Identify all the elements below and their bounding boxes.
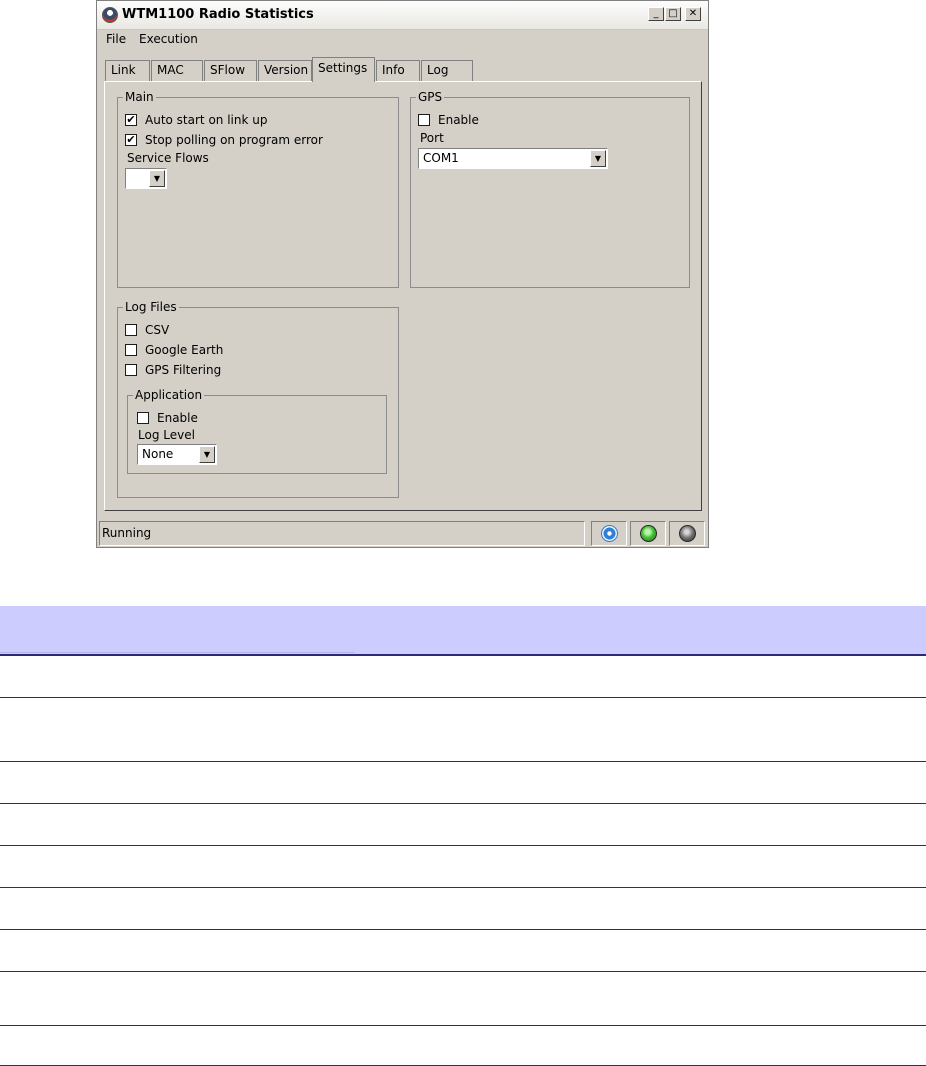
stop-polling-label: Stop polling on program error bbox=[145, 133, 323, 147]
gps-port-value: COM1 bbox=[423, 151, 459, 165]
table-row bbox=[0, 656, 926, 698]
table-row bbox=[0, 698, 926, 762]
menu-bar: File Execution bbox=[97, 30, 708, 48]
service-flows-label: Service Flows bbox=[127, 151, 209, 165]
table-header-cell bbox=[0, 606, 355, 653]
table-row bbox=[0, 762, 926, 804]
tab-version[interactable]: Version bbox=[258, 60, 312, 81]
main-group: Main ✔ Auto start on link up ✔ Stop poll… bbox=[117, 90, 399, 288]
service-flows-select[interactable]: ▼ bbox=[125, 168, 167, 189]
gray-led-icon bbox=[679, 525, 696, 542]
gps-status-cell bbox=[669, 521, 705, 546]
settings-panel: Main ✔ Auto start on link up ✔ Stop poll… bbox=[104, 81, 702, 511]
google-earth-checkbox[interactable] bbox=[125, 344, 137, 356]
maximize-button[interactable]: □ bbox=[665, 7, 681, 21]
table-row bbox=[0, 1026, 926, 1066]
application-enable-checkbox[interactable] bbox=[137, 412, 149, 424]
log-files-group-title: Log Files bbox=[123, 300, 179, 314]
stop-icon[interactable] bbox=[601, 525, 618, 542]
gps-port-label: Port bbox=[420, 131, 444, 145]
tab-log[interactable]: Log bbox=[421, 60, 473, 81]
gps-group-title: GPS bbox=[416, 90, 445, 104]
window-title: WTM1100 Radio Statistics bbox=[122, 7, 314, 22]
application-group-title: Application bbox=[133, 388, 205, 402]
auto-start-label: Auto start on link up bbox=[145, 113, 268, 127]
title-bar[interactable]: WTM1100 Radio Statistics _ □ ✕ bbox=[97, 1, 708, 30]
log-level-select[interactable]: None ▼ bbox=[137, 444, 217, 465]
log-level-label: Log Level bbox=[138, 428, 195, 442]
tab-mac[interactable]: MAC bbox=[151, 60, 203, 81]
gps-filtering-checkbox[interactable] bbox=[125, 364, 137, 376]
table-row bbox=[0, 930, 926, 972]
csv-checkbox[interactable] bbox=[125, 324, 137, 336]
chevron-down-icon[interactable]: ▼ bbox=[590, 150, 606, 167]
main-group-title: Main bbox=[123, 90, 156, 104]
link-status-cell bbox=[630, 521, 666, 546]
table-row bbox=[0, 972, 926, 1026]
table-row bbox=[0, 804, 926, 846]
status-bar: Running bbox=[97, 519, 708, 548]
tab-info[interactable]: Info bbox=[376, 60, 420, 81]
minimize-button[interactable]: _ bbox=[648, 7, 664, 21]
log-level-value: None bbox=[142, 447, 174, 461]
csv-label: CSV bbox=[145, 323, 170, 337]
chevron-down-icon[interactable]: ▼ bbox=[149, 170, 165, 187]
gps-group: GPS Enable Port COM1 ▼ bbox=[410, 90, 690, 288]
app-window: WTM1100 Radio Statistics _ □ ✕ File Exec… bbox=[96, 0, 709, 548]
tab-link[interactable]: Link bbox=[105, 60, 150, 81]
chevron-down-icon[interactable]: ▼ bbox=[199, 446, 215, 463]
green-led-icon bbox=[640, 525, 657, 542]
tab-settings[interactable]: Settings bbox=[312, 57, 375, 82]
gps-filtering-label: GPS Filtering bbox=[145, 363, 222, 377]
gps-port-select[interactable]: COM1 ▼ bbox=[418, 148, 608, 169]
google-earth-label: Google Earth bbox=[145, 343, 224, 357]
gps-enable-checkbox[interactable] bbox=[418, 114, 430, 126]
stop-polling-checkbox[interactable]: ✔ bbox=[125, 134, 137, 146]
application-group: Application Enable Log Level None ▼ bbox=[127, 388, 387, 474]
menu-file[interactable]: File bbox=[106, 32, 126, 46]
table-row bbox=[0, 888, 926, 930]
menu-execution[interactable]: Execution bbox=[139, 32, 198, 46]
close-button[interactable]: ✕ bbox=[685, 7, 701, 21]
table-row bbox=[0, 846, 926, 888]
stop-status-cell[interactable] bbox=[591, 521, 627, 546]
tab-sflow[interactable]: SFlow bbox=[204, 60, 257, 81]
log-files-group: Log Files CSV Google Earth GPS Filtering… bbox=[117, 300, 399, 498]
gps-enable-label: Enable bbox=[438, 113, 479, 127]
app-logo-icon bbox=[102, 7, 118, 23]
application-enable-label: Enable bbox=[157, 411, 198, 425]
table-header bbox=[0, 606, 926, 656]
auto-start-checkbox[interactable]: ✔ bbox=[125, 114, 137, 126]
status-text: Running bbox=[99, 521, 585, 546]
